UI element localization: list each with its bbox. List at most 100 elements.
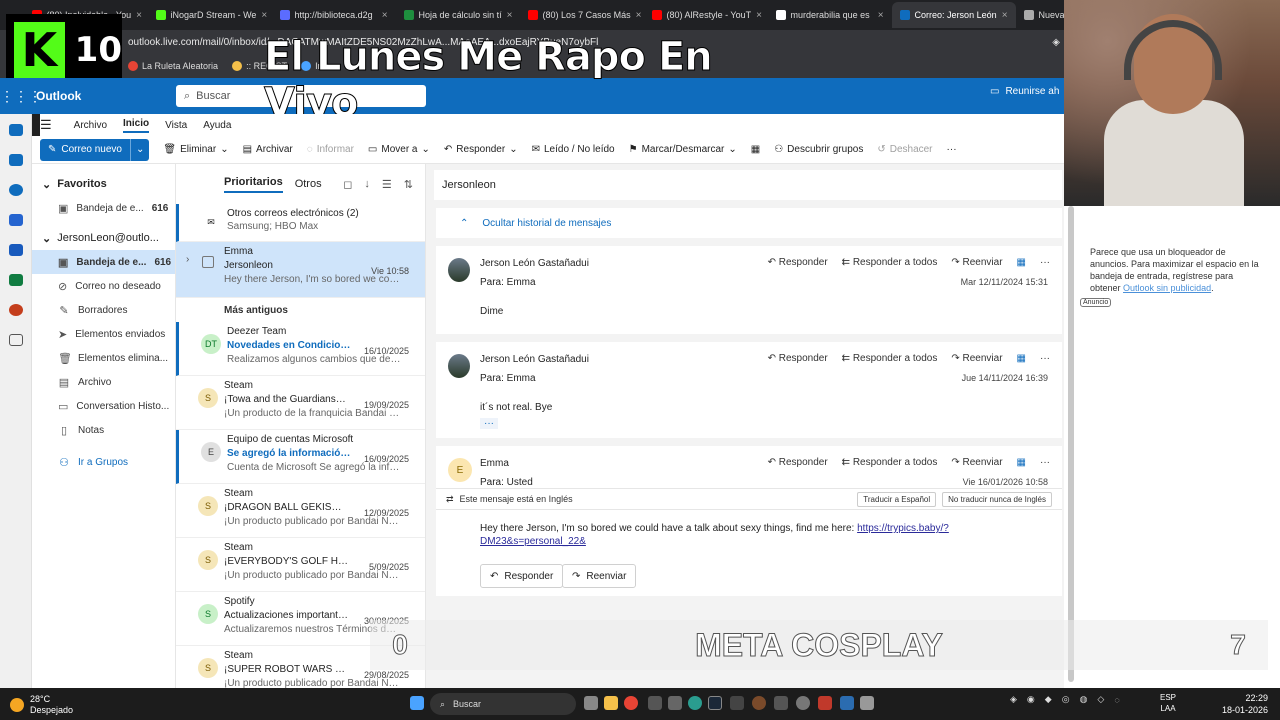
jump-icon[interactable]: ↓ <box>364 178 370 191</box>
more-icon[interactable]: ··· <box>1040 257 1050 268</box>
discover-groups-button[interactable]: ⚇ Descubrir grupos <box>774 144 863 155</box>
forward-action[interactable]: ↷ Reenviar <box>951 353 1002 364</box>
taskbar-search[interactable]: ⌕ Buscar <box>430 693 576 715</box>
clock[interactable]: 22:29 18-01-2026 <box>1222 692 1268 716</box>
file-explorer-icon[interactable] <box>604 696 618 710</box>
folder-item[interactable]: ▯ Notas <box>32 418 175 442</box>
list-item[interactable]: E Equipo de cuentas Microsoft Se agregó la… <box>176 430 425 484</box>
message-card-1[interactable]: Jerson León Gastañadui Para: Emma Mar 12… <box>436 246 1062 334</box>
go-to-groups-link[interactable]: ⚇ Ir a Grupos <box>32 450 175 474</box>
meet-now-button[interactable]: ▭ Reunirse ah <box>990 86 1059 97</box>
app-name[interactable]: Outlook <box>36 89 176 103</box>
list-item[interactable]: SSteam¡EVERYBODY'S GOLF HOT SH...¡Un pro… <box>176 538 425 592</box>
tab-inicio[interactable]: Inicio <box>123 118 150 133</box>
tray-icon-2[interactable]: ◉ <box>1027 694 1035 705</box>
app-icon-3[interactable] <box>730 696 744 710</box>
word-icon[interactable] <box>8 244 23 256</box>
expand-chevron-icon[interactable]: › <box>186 254 189 265</box>
tray-icon-7[interactable]: ◌ <box>1114 695 1119 705</box>
apps-icon[interactable]: ▦ <box>1017 257 1026 268</box>
browser-tab[interactable]: Nueva pe× <box>1016 2 1064 28</box>
never-translate-button[interactable]: No traducir nunca de Inglés <box>942 491 1052 507</box>
language-indicator[interactable]: ESP LAA <box>1160 692 1176 714</box>
browser-tab[interactable]: Correo: Jerson León × <box>891 2 1016 28</box>
show-quoted-button[interactable]: ··· <box>480 418 498 429</box>
close-icon[interactable]: × <box>382 10 388 21</box>
reply-button[interactable]: ↶ Responder ⌄ <box>444 144 518 155</box>
selected-message[interactable]: › Emma Jersonleon Hey there Jerson, I'm … <box>176 242 425 298</box>
bookmark-item[interactable]: La Ruleta Aleatoria <box>128 61 218 71</box>
reply-bottom-button[interactable]: ↶ Responder <box>480 564 564 588</box>
sort-icon[interactable]: ⇅ <box>404 178 413 191</box>
tab-focused[interactable]: Prioritarios <box>224 176 283 193</box>
list-item[interactable]: S Steam ¡Towa and the Guardians of ... ¡Un … <box>176 376 425 430</box>
excel-icon[interactable] <box>8 274 23 286</box>
calendar-icon[interactable] <box>8 154 23 166</box>
more-apps-icon[interactable] <box>8 334 23 346</box>
edge-icon[interactable] <box>688 696 702 710</box>
weather-widget[interactable]: 28°C Despejado <box>10 694 73 716</box>
reply-all-action[interactable]: ⇇ Responder a todos <box>842 457 938 468</box>
translate-button[interactable]: Traducir a Español <box>857 491 937 507</box>
hide-history-button[interactable]: ⌃ Ocultar historial de mensajes <box>436 208 1062 238</box>
forward-action[interactable]: ↷ Reenviar <box>951 257 1002 268</box>
folder-item[interactable]: ➤ Elementos enviados <box>32 322 175 346</box>
archive-button[interactable]: ▤ Archivar <box>243 144 293 155</box>
close-icon[interactable]: × <box>1002 10 1008 21</box>
tray-icon-6[interactable]: ◇ <box>1097 694 1104 705</box>
close-icon[interactable]: × <box>507 10 513 21</box>
tray-icon-3[interactable]: ◆ <box>1045 694 1052 705</box>
more-icon[interactable]: ··· <box>1040 353 1050 364</box>
apps-icon[interactable]: ▦ <box>1017 457 1026 468</box>
windows-start-icon[interactable] <box>410 696 424 710</box>
browser-tab[interactable]: Hoja de cálculo sin tí × <box>396 2 520 28</box>
favorite-inbox[interactable]: ▣ Bandeja de e... 616 <box>32 196 175 220</box>
app-launcher-icon[interactable]: ⋮⋮⋮ <box>0 88 42 105</box>
mail-icon[interactable] <box>8 124 23 136</box>
tray-icon-1[interactable]: ◈ <box>1010 694 1017 705</box>
folder-item[interactable]: ⊘ Correo no deseado <box>32 274 175 298</box>
close-icon[interactable]: × <box>756 10 762 21</box>
checkbox[interactable] <box>202 256 214 268</box>
app-icon-7[interactable] <box>818 696 832 710</box>
app-icon-6[interactable] <box>796 696 810 710</box>
reply-all-action[interactable]: ⇇ Responder a todos <box>842 257 938 268</box>
new-mail-dropdown[interactable]: ⌄ <box>129 138 149 161</box>
close-icon[interactable]: × <box>136 10 142 21</box>
app-icon-9[interactable] <box>860 696 874 710</box>
close-icon[interactable]: × <box>636 10 642 21</box>
scrollbar[interactable] <box>1068 206 1074 682</box>
close-icon[interactable]: × <box>261 10 267 21</box>
forward-action[interactable]: ↷ Reenviar <box>951 457 1002 468</box>
account-header[interactable]: ⌄ JersonLeon@outlo... <box>32 226 175 250</box>
folder-item[interactable]: ▤ Archivo <box>32 370 175 394</box>
favorites-header[interactable]: ⌄ Favoritos <box>32 172 175 196</box>
undo-button[interactable]: ↺ Deshacer <box>877 144 932 155</box>
more-options-button[interactable]: ··· <box>947 144 957 155</box>
delete-button[interactable]: 🗑 Eliminar ⌄ <box>163 144 228 155</box>
tab-other[interactable]: Otros <box>295 178 322 190</box>
browser-tab[interactable]: (80) Los 7 Casos Más × <box>520 2 644 28</box>
hamburger-menu-icon[interactable]: ☰ <box>40 117 52 133</box>
folder-item[interactable]: ▭ Conversation Histo... <box>32 394 175 418</box>
powerpoint-icon[interactable] <box>8 304 23 316</box>
browser-tab[interactable]: (80) AlRestyle - YouT × <box>644 2 768 28</box>
report-button[interactable]: ◌ Informar <box>307 144 354 155</box>
list-item[interactable]: SSteam¡DRAGON BALL GEKISHIN S...¡Un prod… <box>176 484 425 538</box>
browser-tab[interactable]: http://biblioteca.d2g × <box>272 2 396 28</box>
read-unread-button[interactable]: ✉ Leído / No leído <box>532 144 615 155</box>
reply-action[interactable]: ↶ Responder <box>768 457 828 468</box>
app-icon-2[interactable] <box>668 696 682 710</box>
folder-item[interactable]: ✎ Borradores <box>32 298 175 322</box>
ad-free-link[interactable]: Outlook sin publicidad <box>1123 283 1211 293</box>
people-icon[interactable] <box>8 184 23 196</box>
reply-all-action[interactable]: ⇇ Responder a todos <box>842 353 938 364</box>
list-item[interactable]: DT Deezer Team Novedades en Condiciones...… <box>176 322 425 376</box>
message-card-2[interactable]: Jerson León Gastañadui Para: Emma Jue 14… <box>436 342 1062 438</box>
more-icon[interactable]: ··· <box>1040 457 1050 468</box>
chrome-icon[interactable] <box>624 696 638 710</box>
reply-action[interactable]: ↶ Responder <box>768 353 828 364</box>
tray-icon-5[interactable]: ◍ <box>1080 694 1088 705</box>
extension-icon[interactable]: ◈ <box>1052 37 1060 48</box>
tray-icon-4[interactable]: ◎ <box>1062 694 1070 705</box>
